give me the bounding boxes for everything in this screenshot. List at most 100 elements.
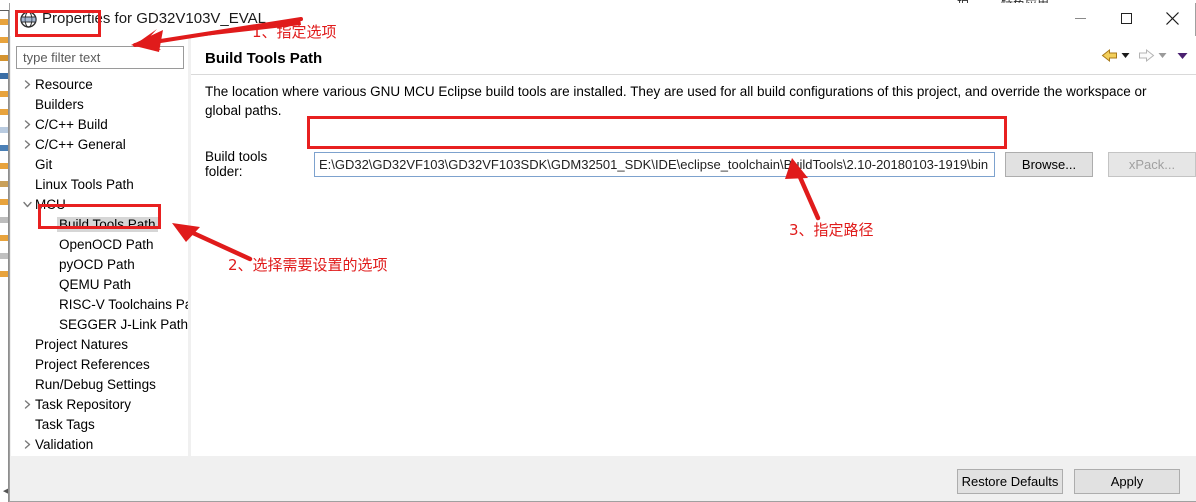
- content-panel: Build Tools Path The location where vari…: [191, 36, 1196, 456]
- close-button[interactable]: [1149, 3, 1195, 33]
- tree-item-label: SEGGER J-Link Path: [59, 316, 188, 332]
- chevron-right-icon[interactable]: [21, 74, 33, 94]
- xpack-button: xPack...: [1108, 151, 1196, 177]
- tree-item-git[interactable]: Git: [11, 154, 188, 174]
- window-controls: [1057, 3, 1195, 33]
- bg-sliver-tick: [0, 37, 8, 43]
- filter-input[interactable]: type filter text: [16, 46, 184, 69]
- bg-sliver-arrow-icon: ◄: [1, 487, 8, 497]
- tree-item-project-references[interactable]: Project References: [11, 354, 188, 374]
- tree-item-label: Validation: [35, 436, 94, 452]
- bg-sliver-tick: [0, 199, 8, 205]
- chevron-down-icon[interactable]: [21, 194, 33, 214]
- tree-item-task-repository[interactable]: Task Repository: [11, 394, 188, 414]
- tree-item-label: OpenOCD Path: [59, 236, 154, 252]
- build-tools-folder-row: Build tools folder: E:\GD32\GD32VF103\GD…: [205, 149, 1196, 179]
- bg-sliver-tick: [0, 127, 8, 133]
- back-dropdown-icon[interactable]: [1121, 52, 1130, 59]
- chevron-right-icon[interactable]: [21, 394, 33, 414]
- tree-item-label: Task Tags: [35, 416, 95, 432]
- tree-item-label: Project Natures: [35, 336, 129, 352]
- bg-sliver-tick: [0, 163, 8, 169]
- tree-item-mcu[interactable]: MCU: [11, 194, 188, 214]
- bg-sliver-tick: [0, 73, 8, 79]
- minimize-button[interactable]: [1057, 3, 1103, 33]
- tree-item-openocd-path[interactable]: OpenOCD Path: [11, 234, 188, 254]
- tree-item-label: Task Repository: [35, 396, 132, 412]
- page-title: Build Tools Path: [205, 50, 323, 67]
- bg-sliver-tick: [0, 91, 8, 97]
- annotation-text-2: 2、选择需要设置的选项: [228, 256, 388, 274]
- browse-button[interactable]: Browse...: [1005, 151, 1093, 177]
- settings-tree[interactable]: Resource Builders C/C++ Build C/C++ General…: [11, 74, 188, 472]
- back-arrow-icon[interactable]: [1101, 48, 1118, 63]
- tree-item-task-tags[interactable]: Task Tags: [11, 414, 188, 434]
- tree-item-c-c-build[interactable]: C/C++ Build: [11, 114, 188, 134]
- tree-item-build-tools-path[interactable]: Build Tools Path: [11, 214, 188, 234]
- page-description: The location where various GNU MCU Eclip…: [205, 84, 1147, 118]
- tree-item-linux-tools-path[interactable]: Linux Tools Path: [11, 174, 188, 194]
- chevron-right-icon[interactable]: [21, 134, 33, 154]
- settings-tree-panel: type filter text Resource Builders C/C++ B…: [11, 36, 188, 501]
- tree-item-builders[interactable]: Builders: [11, 94, 188, 114]
- apply-button[interactable]: Apply: [1074, 469, 1180, 494]
- tree-item-label: RISC-V Toolchains Pat: [59, 296, 188, 312]
- tree-item-qemu-path[interactable]: QEMU Path: [11, 274, 188, 294]
- tree-item-segger-j-link-path[interactable]: SEGGER J-Link Path: [11, 314, 188, 334]
- tree-item-label: Resource: [35, 76, 93, 92]
- tree-item-label: Build Tools Path: [57, 216, 158, 232]
- tree-item-label: Project References: [35, 356, 150, 372]
- tree-item-label: C/C++ Build: [35, 116, 108, 132]
- annotation-text-3: 3、指定路径: [789, 221, 874, 239]
- tree-item-validation[interactable]: Validation: [11, 434, 188, 454]
- chevron-right-icon[interactable]: [21, 434, 33, 454]
- bg-sliver-tick: [0, 217, 8, 223]
- tree-item-resource[interactable]: Resource: [11, 74, 188, 94]
- screenshot-root: 拍 特色应用 ◄ Properties f: [0, 0, 1196, 502]
- navigation-icons: [1101, 48, 1188, 63]
- bg-sliver-tick: [0, 271, 8, 277]
- tree-item-label: MCU: [35, 196, 66, 212]
- bg-sliver-tick: [0, 19, 8, 25]
- properties-dialog: Properties for GD32V103V_EVAL type filte…: [9, 3, 1196, 502]
- tree-item-project-natures[interactable]: Project Natures: [11, 334, 188, 354]
- dialog-title: Properties for GD32V103V_EVAL: [42, 10, 267, 27]
- close-icon: [1165, 11, 1179, 25]
- forward-dropdown-icon: [1158, 52, 1167, 59]
- dialog-titlebar: Properties for GD32V103V_EVAL: [10, 3, 1195, 36]
- chevron-right-icon[interactable]: [21, 114, 33, 134]
- dialog-footer: Restore Defaults Apply: [11, 456, 1196, 501]
- forward-arrow-icon: [1138, 48, 1155, 63]
- bg-sliver-tick: [0, 181, 8, 187]
- build-tools-folder-value: E:\GD32\GD32VF103\GD32VF103SDK\GDM32501_…: [318, 156, 989, 172]
- tree-item-risc-v-toolchains-pat[interactable]: RISC-V Toolchains Pat: [11, 294, 188, 314]
- tree-item-label: Linux Tools Path: [35, 176, 134, 192]
- tree-item-label: pyOCD Path: [59, 256, 135, 272]
- footer-buttons: Restore Defaults Apply: [957, 469, 1180, 494]
- view-menu-icon[interactable]: [1177, 52, 1188, 60]
- tree-item-c-c-general[interactable]: C/C++ General: [11, 134, 188, 154]
- tree-item-label: QEMU Path: [59, 276, 132, 292]
- bg-sliver-tick: [0, 145, 8, 151]
- filter-placeholder: type filter text: [23, 50, 101, 65]
- restore-defaults-button[interactable]: Restore Defaults: [957, 469, 1063, 494]
- tree-item-pyocd-path[interactable]: pyOCD Path: [11, 254, 188, 274]
- tree-item-label: Builders: [35, 96, 84, 112]
- maximize-button[interactable]: [1103, 3, 1149, 33]
- tree-item-label: Git: [35, 156, 53, 172]
- build-tools-folder-input[interactable]: E:\GD32\GD32VF103\GD32VF103SDK\GDM32501_…: [313, 151, 995, 177]
- annotation-text-1: 1、指定选项: [252, 23, 337, 41]
- bg-sliver-tick: [0, 253, 8, 259]
- tree-item-run-debug-settings[interactable]: Run/Debug Settings: [11, 374, 188, 394]
